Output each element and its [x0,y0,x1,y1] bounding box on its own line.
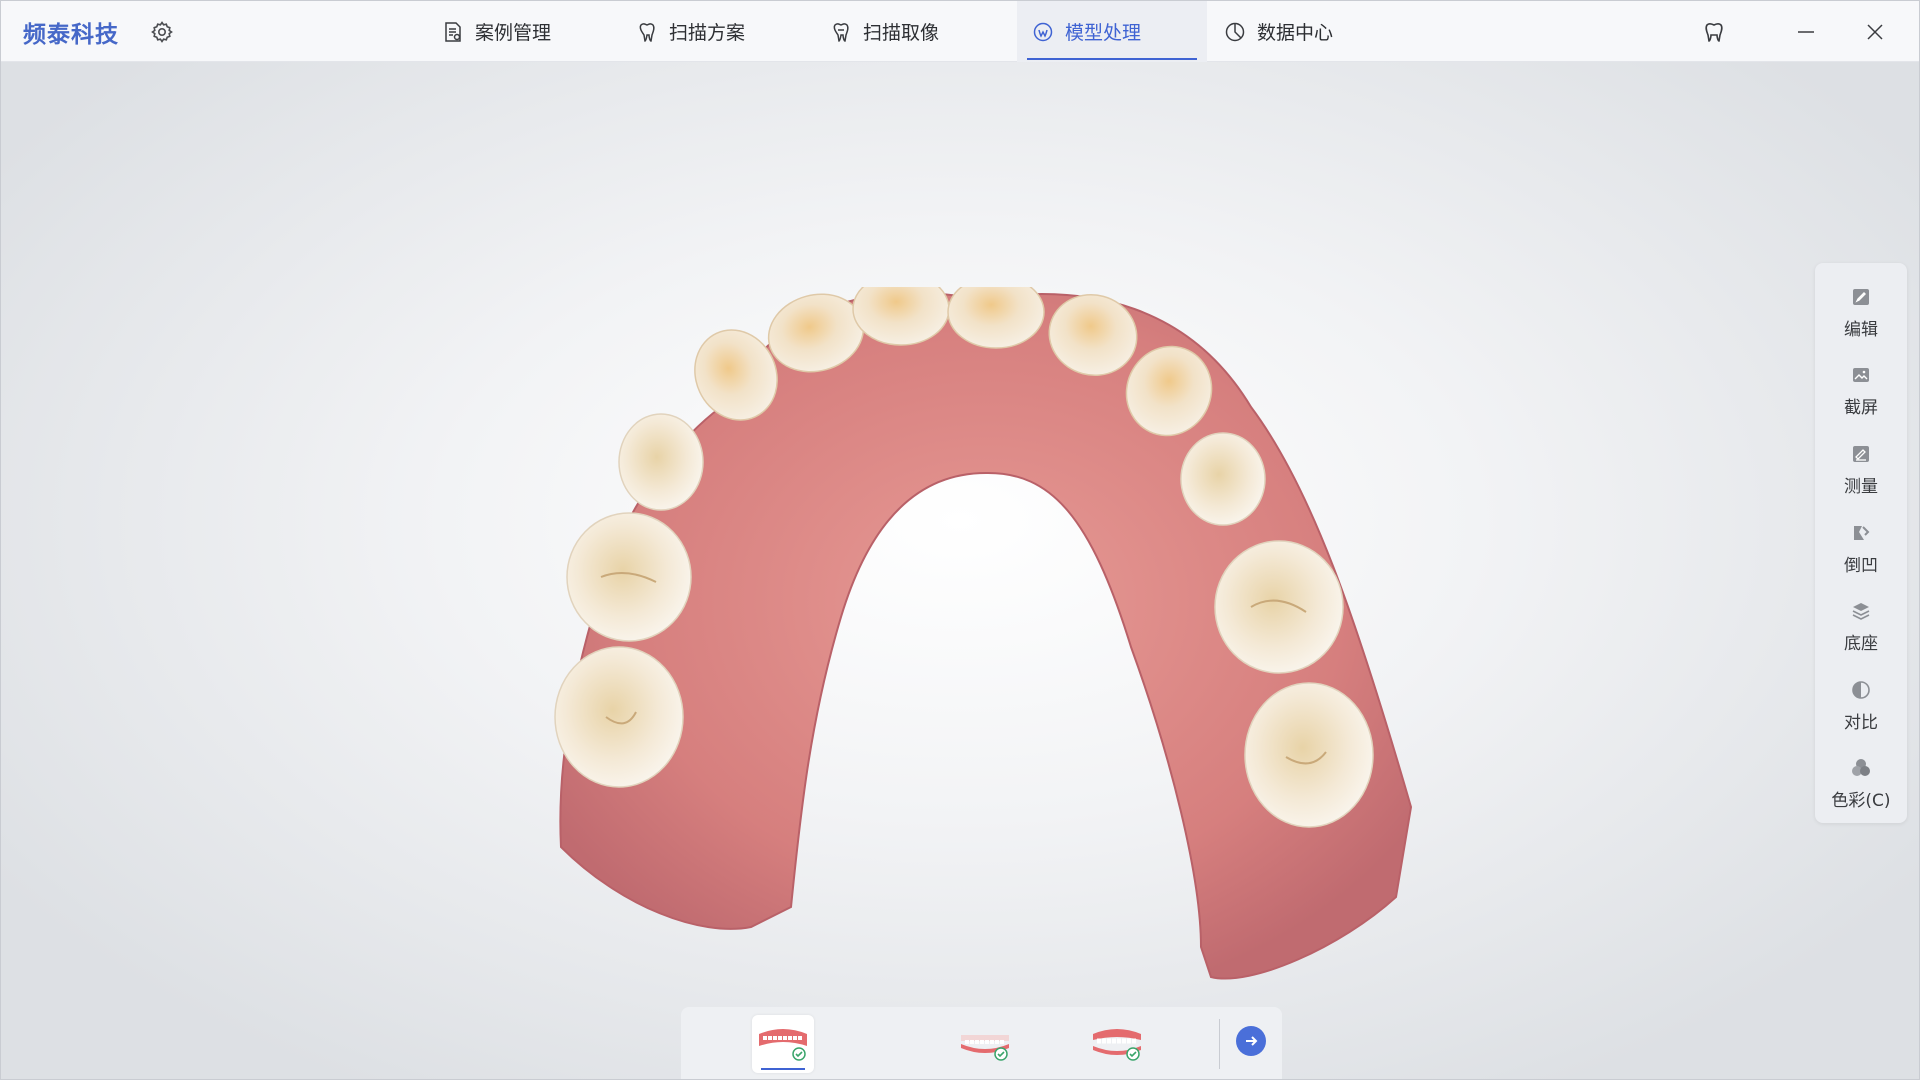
bite-button[interactable] [1086,1015,1148,1073]
tool-label: 编辑 [1844,319,1878,340]
3d-viewport[interactable]: 编辑 截屏 测量 倒凹 底座 对比 色彩(C) [1,62,1919,1079]
tool-label: 对比 [1844,712,1878,733]
case-document-icon [441,20,465,44]
screenshot-icon [1849,363,1873,387]
tool-screenshot-button[interactable]: 截屏 [1815,352,1907,431]
minimize-icon[interactable] [1787,13,1825,51]
tool-label: 截屏 [1844,398,1878,419]
tab-label: 扫描方案 [669,22,746,44]
tool-label: 底座 [1844,634,1878,655]
active-jaw-indicator [761,1068,805,1070]
model-process-icon [1031,20,1055,44]
tool-panel: 编辑 截屏 测量 倒凹 底座 对比 色彩(C) [1815,263,1907,823]
active-tab-indicator [1027,58,1197,60]
tool-color-button[interactable]: 色彩(C) [1815,744,1907,823]
base-layers-icon [1849,599,1873,623]
brand-logo: 频泰科技 [23,22,119,48]
tab-case-management[interactable]: 案例管理 [441,1,591,62]
measure-icon [1849,442,1873,466]
tab-label: 案例管理 [475,22,552,44]
jaw-selector-bar [681,1007,1282,1079]
tab-label: 数据中心 [1257,22,1334,44]
tool-undercut-button[interactable]: 倒凹 [1815,509,1907,588]
tab-model-processing[interactable]: 模型处理 [1017,1,1207,62]
next-step-arrow-icon[interactable] [1236,1026,1266,1056]
tool-edit-button[interactable]: 编辑 [1815,273,1907,352]
close-icon[interactable] [1856,13,1894,51]
tab-scan-plan[interactable]: 扫描方案 [635,1,785,62]
pie-chart-icon [1223,20,1247,44]
title-bar: 频泰科技 案例管理 扫描方案 扫描取像 模型处理 数据中心 [1,1,1919,62]
tab-scan-capture[interactable]: 扫描取像 [829,1,979,62]
tool-base-button[interactable]: 底座 [1815,587,1907,666]
tool-label: 测量 [1844,476,1878,497]
app-window: 频泰科技 案例管理 扫描方案 扫描取像 模型处理 数据中心 编辑 截屏 测量 倒… [0,0,1920,1080]
tool-label: 倒凹 [1844,555,1878,576]
tool-compare-button[interactable]: 对比 [1815,666,1907,745]
upper-jaw-button[interactable] [752,1015,814,1073]
lower-jaw-icon [961,1035,1009,1061]
divider [1219,1019,1220,1069]
dental-arch-model[interactable] [551,287,1421,987]
upper-jaw-icon [759,1029,807,1061]
settings-gear-icon[interactable] [147,17,177,47]
tab-label: 模型处理 [1065,22,1142,44]
tooth-plan-icon [635,20,659,44]
contrast-icon [1849,678,1873,702]
lower-jaw-button[interactable] [954,1015,1016,1073]
tool-measure-button[interactable]: 测量 [1815,430,1907,509]
tab-label: 扫描取像 [863,22,940,44]
tooth-view-icon[interactable] [1695,13,1733,51]
edit-icon [1849,285,1873,309]
bite-icon [1093,1029,1141,1061]
color-icon [1849,756,1873,780]
tab-data-center[interactable]: 数据中心 [1223,1,1373,62]
tooth-scan-icon [829,20,853,44]
tool-label: 色彩(C) [1831,791,1891,812]
undercut-icon [1849,521,1873,545]
